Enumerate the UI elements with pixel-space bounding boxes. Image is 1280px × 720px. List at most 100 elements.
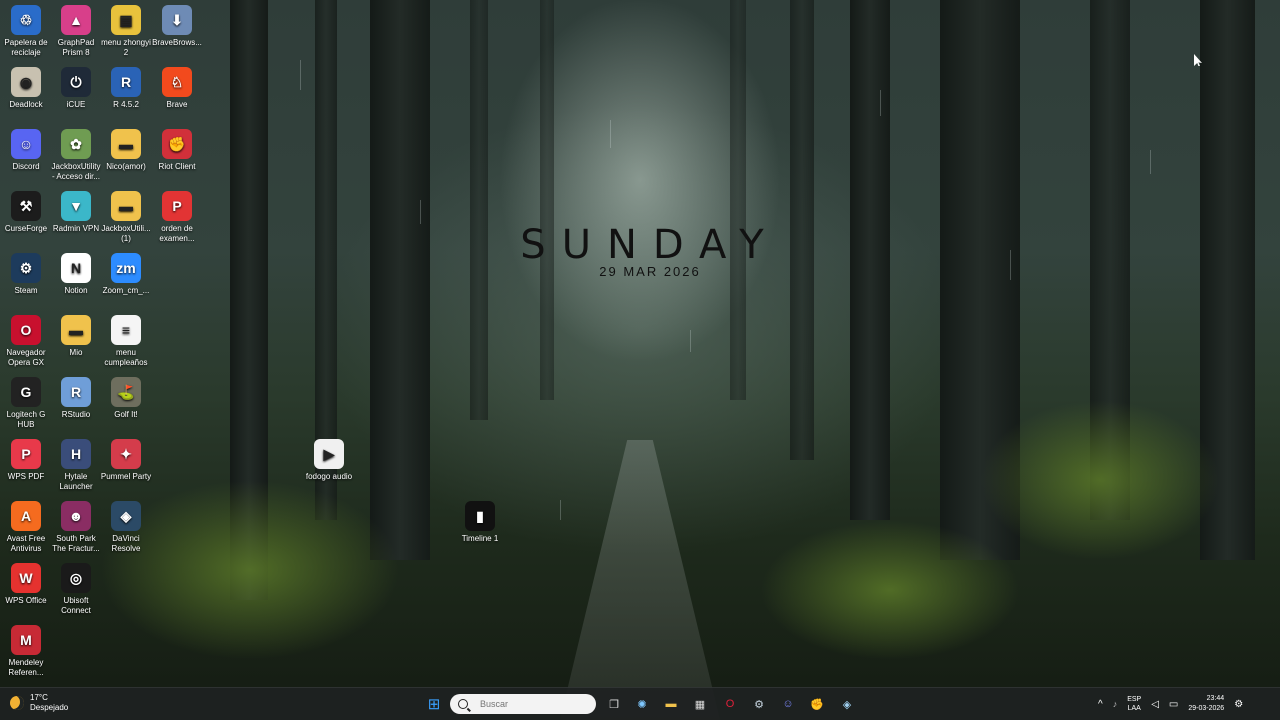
desktop-icon-label: menu zhongyi 2 <box>101 38 151 57</box>
curseforge-icon: ⚒ <box>11 191 41 221</box>
golf-it-icon: ⛳ <box>111 377 141 407</box>
desktop-icon[interactable]: ▬ Mio <box>50 315 102 358</box>
desktop-icon-label: Steam <box>14 286 38 295</box>
chevron-up-icon[interactable]: ^ <box>1098 699 1103 710</box>
desktop-icon[interactable]: ▬ Nico(amor) <box>100 129 152 172</box>
desktop-icon-label: Mio <box>69 348 83 357</box>
zoom-icon: zm <box>111 253 141 283</box>
desktop-icon[interactable]: ◈ DaVinci Resolve <box>100 501 152 554</box>
clock[interactable]: 23:44 29-03-2026 <box>1188 694 1224 714</box>
audio-file-icon: ▶ <box>314 439 344 469</box>
desktop-icon[interactable]: Porden de examen... <box>151 191 203 244</box>
logitech-ghub-icon: G <box>11 377 41 407</box>
desktop-icon[interactable]: O Navegador Opera GX <box>0 315 52 368</box>
desktop-icon[interactable]: P WPS PDF <box>0 439 52 482</box>
desktop-icon[interactable]: ▲ GraphPad Prism 8 <box>50 5 102 58</box>
desktop-icon[interactable]: ▮ Timeline 1 <box>454 501 506 544</box>
desktop-icon-label: Papelera de reciclaje <box>4 38 48 57</box>
desktop-icon[interactable]: ⏻ iCUE <box>50 67 102 110</box>
desktop-icon[interactable]: R R 4.5.2 <box>100 67 152 110</box>
opera-gx-icon: O <box>11 315 41 345</box>
desktop-icon[interactable]: ⚙ Steam <box>0 253 52 296</box>
r-icon: R <box>111 67 141 97</box>
date-widget: SUNDAY 29 MAR 2026 <box>510 222 790 279</box>
wps-pdf-icon: P <box>11 439 41 469</box>
desktop-icon-label: Navegador Opera GX <box>6 348 46 367</box>
recycle-bin-icon: ♲ <box>11 5 41 35</box>
notification-icon[interactable]: ⚙ <box>1234 699 1243 710</box>
desktop-icon[interactable]: ☺ Discord <box>0 129 52 172</box>
desktop-icon[interactable]: R RStudio <box>50 377 102 420</box>
desktop-icon[interactable]: ⬇ BraveBrows... <box>151 5 203 48</box>
davinci-resolve-icon: ◈ <box>111 501 141 531</box>
desktop-icon[interactable]: ▬ JackboxUtili... (1) <box>100 191 152 244</box>
desktop-icon[interactable]: ✦ Pummel Party <box>100 439 152 482</box>
desktop-icon[interactable]: ♘ Brave <box>151 67 203 110</box>
desktop-icon[interactable]: A Avast Free Antivirus <box>0 501 52 554</box>
copilot-icon[interactable]: ✺ <box>632 694 652 714</box>
desktop-icon-label: Avast Free Antivirus <box>6 534 46 553</box>
desktop-icon[interactable]: ✊ Riot Client <box>151 129 203 172</box>
desktop-icon-label: Notion <box>64 286 88 295</box>
desktop-icon[interactable]: H Hytale Launcher <box>50 439 102 492</box>
notion-icon: N <box>61 253 91 283</box>
moon-icon <box>10 696 24 710</box>
discord-icon[interactable]: ☺ <box>778 694 798 714</box>
desktop-icon-label: Zoom_cm_... <box>102 286 150 295</box>
desktop-icon-label: fodogo audio <box>305 472 353 481</box>
start-button[interactable]: ⊞ <box>424 694 444 714</box>
weather-widget[interactable]: 17°C Despejado <box>10 693 68 713</box>
desktop-icon[interactable]: ◎ Ubisoft Connect <box>50 563 102 616</box>
desktop-icon[interactable]: W WPS Office <box>0 563 52 606</box>
microphone-icon[interactable]: ♪ <box>1113 699 1118 709</box>
volume-icon[interactable]: ◁ <box>1151 699 1159 710</box>
task-view-icon[interactable]: ❐ <box>604 694 624 714</box>
riot-client-icon[interactable]: ✊ <box>807 694 827 714</box>
clock-date: 29-03-2026 <box>1188 705 1225 712</box>
language-indicator[interactable]: ESP LAA <box>1127 695 1141 713</box>
desktop-icon-label: Riot Client <box>158 162 196 171</box>
desktop-icon-label: WPS Office <box>5 596 47 605</box>
opera-gx-icon[interactable]: O <box>720 694 740 714</box>
desktop-icon[interactable]: ▼ Radmin VPN <box>50 191 102 234</box>
clock-time: 23:44 <box>1206 695 1225 702</box>
ubisoft-icon: ◎ <box>61 563 91 593</box>
desktop-icon[interactable]: N Notion <box>50 253 102 296</box>
hytale-icon: H <box>61 439 91 469</box>
desktop-icon[interactable]: M Mendeley Referen... <box>0 625 52 678</box>
network-icon[interactable]: ▭ <box>1169 699 1178 710</box>
desktop-icon-label: Brave <box>166 100 188 109</box>
language-bottom: LAA <box>1127 705 1141 712</box>
desktop-icon[interactable]: ◉ Deadlock <box>0 67 52 110</box>
spreadsheet-icon: ▦ <box>111 5 141 35</box>
davinci-resolve-icon[interactable]: ◈ <box>837 694 857 714</box>
document-icon: ≡ <box>111 315 141 345</box>
icue-icon: ⏻ <box>61 67 91 97</box>
desktop-icon-label: Hytale Launcher <box>59 472 93 491</box>
desktop-icon-label: Logitech G HUB <box>6 410 46 429</box>
steam-icon[interactable]: ⚙ <box>749 694 769 714</box>
desktop-icon[interactable]: ✿ JackboxUtility - Acceso dir... <box>50 129 102 182</box>
desktop-icon-label: Pummel Party <box>100 472 152 481</box>
desktop-icon[interactable]: ⚒ CurseForge <box>0 191 52 234</box>
folder-icon: ▬ <box>111 129 141 159</box>
microsoft-store-icon[interactable]: ▦ <box>690 694 710 714</box>
desktop-icon[interactable]: ☻ South Park The Fractur... <box>50 501 102 554</box>
desktop-icon[interactable]: ⛳ Golf It! <box>100 377 152 420</box>
desktop-icon-label: WPS PDF <box>7 472 45 481</box>
desktop-icon[interactable]: G Logitech G HUB <box>0 377 52 430</box>
desktop-icon-label: Mendeley Referen... <box>8 658 44 677</box>
desktop-icon[interactable]: zm Zoom_cm_... <box>100 253 152 296</box>
desktop-icon[interactable]: ♲ Papelera de reciclaje <box>0 5 52 58</box>
desktop-icon[interactable]: ▶ fodogo audio <box>303 439 355 482</box>
desktop-icon-label: JackboxUtility - Acceso dir... <box>51 162 101 181</box>
rstudio-icon: R <box>61 377 91 407</box>
search-input[interactable] <box>478 698 592 710</box>
desktop-icon[interactable]: ≡ menu cumpleaños <box>100 315 152 368</box>
desktop-icon-label: CurseForge <box>4 224 48 233</box>
desktop-icon-label: Discord <box>12 162 40 171</box>
search-box[interactable] <box>450 694 596 714</box>
file-explorer-icon[interactable]: ▬ <box>661 694 681 714</box>
desktop-icon[interactable]: ▦ menu zhongyi 2 <box>100 5 152 58</box>
desktop-icon-label: GraphPad Prism 8 <box>57 38 95 57</box>
